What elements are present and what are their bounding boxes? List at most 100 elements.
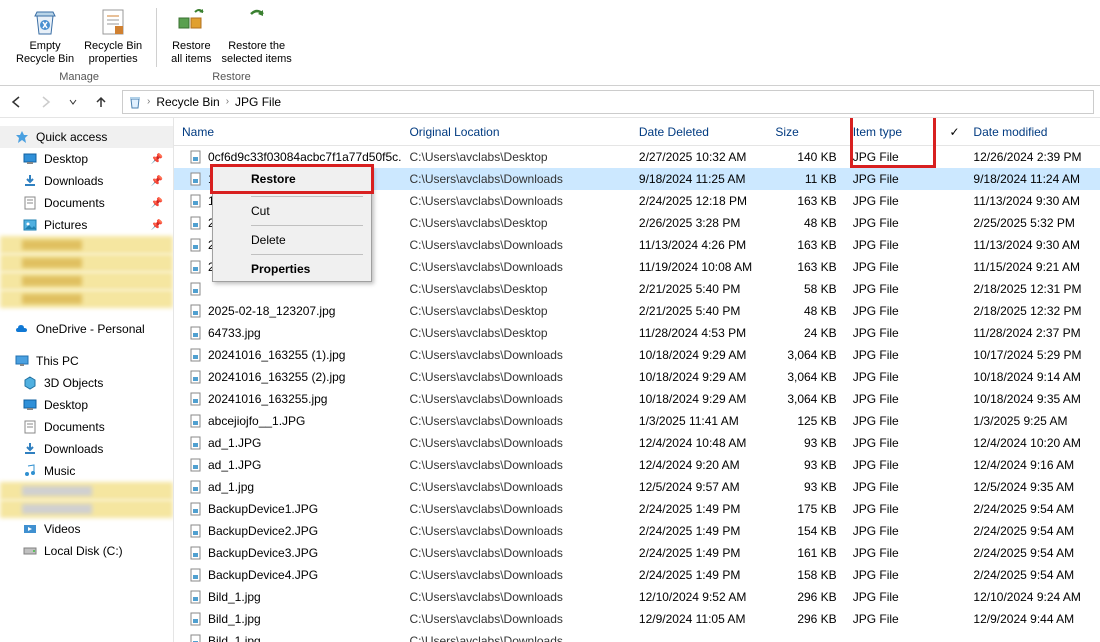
quick-access-header[interactable]: Quick access: [0, 126, 173, 148]
sidebar-item-blur1[interactable]: [0, 482, 173, 500]
music-icon: [22, 463, 38, 479]
onedrive-label: OneDrive - Personal: [36, 322, 145, 336]
file-row[interactable]: BackupDevice2.JPG C:\Users\avclabs\Downl…: [174, 520, 1100, 542]
navigation-bar: › Recycle Bin › JPG File: [0, 86, 1100, 118]
jpg-file-icon: [188, 303, 204, 319]
jpg-file-icon: [188, 259, 204, 275]
doc-icon: [22, 195, 38, 211]
file-row[interactable]: Bild_1.jpg C:\Users\avclabs\Downloads: [174, 630, 1100, 642]
context-menu-cut[interactable]: Cut: [213, 199, 371, 223]
sidebar-item-desktop[interactable]: Desktop📌: [0, 148, 173, 170]
this-pc-item[interactable]: This PC: [0, 350, 173, 372]
ribbon-group-manage: Empty Recycle Bin Recycle Bin properties…: [8, 4, 150, 85]
jpg-file-icon: [188, 457, 204, 473]
navigation-pane: Quick access Desktop📌Downloads📌Documents…: [0, 118, 174, 642]
ribbon-label: Restore all items: [171, 40, 211, 66]
properties-icon: [97, 6, 129, 38]
file-row[interactable]: ad_1.JPG C:\Users\avclabs\Downloads 12/4…: [174, 454, 1100, 476]
breadcrumb[interactable]: › Recycle Bin › JPG File: [122, 90, 1094, 114]
star-icon: [14, 129, 30, 145]
jpg-file-icon: [188, 369, 204, 385]
sidebar-item-blurred[interactable]: [0, 290, 173, 308]
breadcrumb-item[interactable]: JPG File: [233, 95, 283, 109]
sidebar-item-videos[interactable]: Videos: [0, 518, 173, 540]
column-date-modified[interactable]: Date modified: [965, 125, 1100, 139]
download-icon: [22, 173, 38, 189]
empty-recycle-bin-button[interactable]: Empty Recycle Bin: [12, 4, 78, 68]
jpg-file-icon: [188, 633, 204, 642]
jpg-file-icon: [188, 171, 204, 187]
jpg-file-icon: [188, 589, 204, 605]
video-icon: [22, 521, 38, 537]
context-menu-delete[interactable]: Delete: [213, 228, 371, 252]
recycle-bin-properties-button[interactable]: Recycle Bin properties: [80, 4, 146, 68]
file-row[interactable]: 2025-02-18_123207.jpg C:\Users\avclabs\D…: [174, 300, 1100, 322]
desktop-icon: [22, 397, 38, 413]
chevron-right-icon: ›: [226, 96, 229, 107]
ribbon-group-label: Manage: [59, 71, 99, 85]
column-original-location[interactable]: Original Location: [401, 125, 630, 139]
restore-selected-items-button[interactable]: Restore the selected items: [218, 4, 296, 68]
jpg-file-icon: [188, 391, 204, 407]
context-menu-restore[interactable]: Restore: [213, 167, 371, 191]
sidebar-item-blurred[interactable]: [0, 236, 173, 254]
sidebar-item-downloads2[interactable]: Downloads: [0, 438, 173, 460]
column-item-type[interactable]: Item type: [845, 125, 944, 139]
jpg-file-icon: [188, 501, 204, 517]
column-name[interactable]: Name: [174, 125, 401, 139]
restore-all-icon: [175, 6, 207, 38]
desktop-icon: [22, 151, 38, 167]
sidebar-item-blurred[interactable]: [0, 254, 173, 272]
file-row[interactable]: ad_1.jpg C:\Users\avclabs\Downloads 12/5…: [174, 476, 1100, 498]
sidebar-item-localdisk[interactable]: Local Disk (C:): [0, 540, 173, 562]
cloud-icon: [14, 321, 30, 337]
pin-icon: 📌: [151, 220, 163, 231]
jpg-file-icon: [188, 347, 204, 363]
breadcrumb-item[interactable]: Recycle Bin: [154, 95, 221, 109]
file-row[interactable]: ad_1.JPG C:\Users\avclabs\Downloads 12/4…: [174, 432, 1100, 454]
file-row[interactable]: BackupDevice1.JPG C:\Users\avclabs\Downl…: [174, 498, 1100, 520]
doc-icon: [22, 419, 38, 435]
restore-all-items-button[interactable]: Restore all items: [167, 4, 215, 68]
file-row[interactable]: 20241016_163255 (2).jpg C:\Users\avclabs…: [174, 366, 1100, 388]
sidebar-item-pictures[interactable]: Pictures📌: [0, 214, 173, 236]
file-row[interactable]: 20241016_163255 (1).jpg C:\Users\avclabs…: [174, 344, 1100, 366]
sidebar-item-blurred[interactable]: [0, 272, 173, 290]
sidebar-item-downloads[interactable]: Downloads📌: [0, 170, 173, 192]
file-row[interactable]: Bild_1.jpg C:\Users\avclabs\Downloads 12…: [174, 608, 1100, 630]
sidebar-item-documents[interactable]: Documents📌: [0, 192, 173, 214]
file-row[interactable]: Bild_1.jpg C:\Users\avclabs\Downloads 12…: [174, 586, 1100, 608]
onedrive-item[interactable]: OneDrive - Personal: [0, 318, 173, 340]
pic-icon: [22, 217, 38, 233]
jpg-file-icon: [188, 215, 204, 231]
quick-access-label: Quick access: [36, 130, 107, 144]
recycle-bin-icon: [127, 94, 143, 110]
file-row[interactable]: BackupDevice3.JPG C:\Users\avclabs\Downl…: [174, 542, 1100, 564]
pin-icon: 📌: [151, 154, 163, 165]
chevron-right-icon: ›: [147, 96, 150, 107]
jpg-file-icon: [188, 611, 204, 627]
sidebar-item-desktop2[interactable]: Desktop: [0, 394, 173, 416]
disk-icon: [22, 543, 38, 559]
sidebar-item-blur2[interactable]: [0, 500, 173, 518]
jpg-file-icon: [188, 435, 204, 451]
file-row[interactable]: abcejiojfo__1.JPG C:\Users\avclabs\Downl…: [174, 410, 1100, 432]
file-row[interactable]: 20241016_163255.jpg C:\Users\avclabs\Dow…: [174, 388, 1100, 410]
forward-button[interactable]: [34, 91, 56, 113]
jpg-file-icon: [188, 149, 204, 165]
column-size[interactable]: Size: [767, 125, 844, 139]
sidebar-item-documents2[interactable]: Documents: [0, 416, 173, 438]
recent-locations-dropdown[interactable]: [62, 91, 84, 113]
sidebar-item-music[interactable]: Music: [0, 460, 173, 482]
pc-icon: [14, 353, 30, 369]
ribbon-group-label: Restore: [212, 71, 251, 85]
back-button[interactable]: [6, 91, 28, 113]
context-menu-properties[interactable]: Properties: [213, 257, 371, 281]
ribbon-toolbar: Empty Recycle Bin Recycle Bin properties…: [0, 0, 1100, 86]
up-button[interactable]: [90, 91, 112, 113]
main-area: Quick access Desktop📌Downloads📌Documents…: [0, 118, 1100, 642]
file-row[interactable]: BackupDevice4.JPG C:\Users\avclabs\Downl…: [174, 564, 1100, 586]
column-date-deleted[interactable]: Date Deleted: [631, 125, 768, 139]
sidebar-item-3dobjects[interactable]: 3D Objects: [0, 372, 173, 394]
file-row[interactable]: 64733.jpg C:\Users\avclabs\Desktop 11/28…: [174, 322, 1100, 344]
